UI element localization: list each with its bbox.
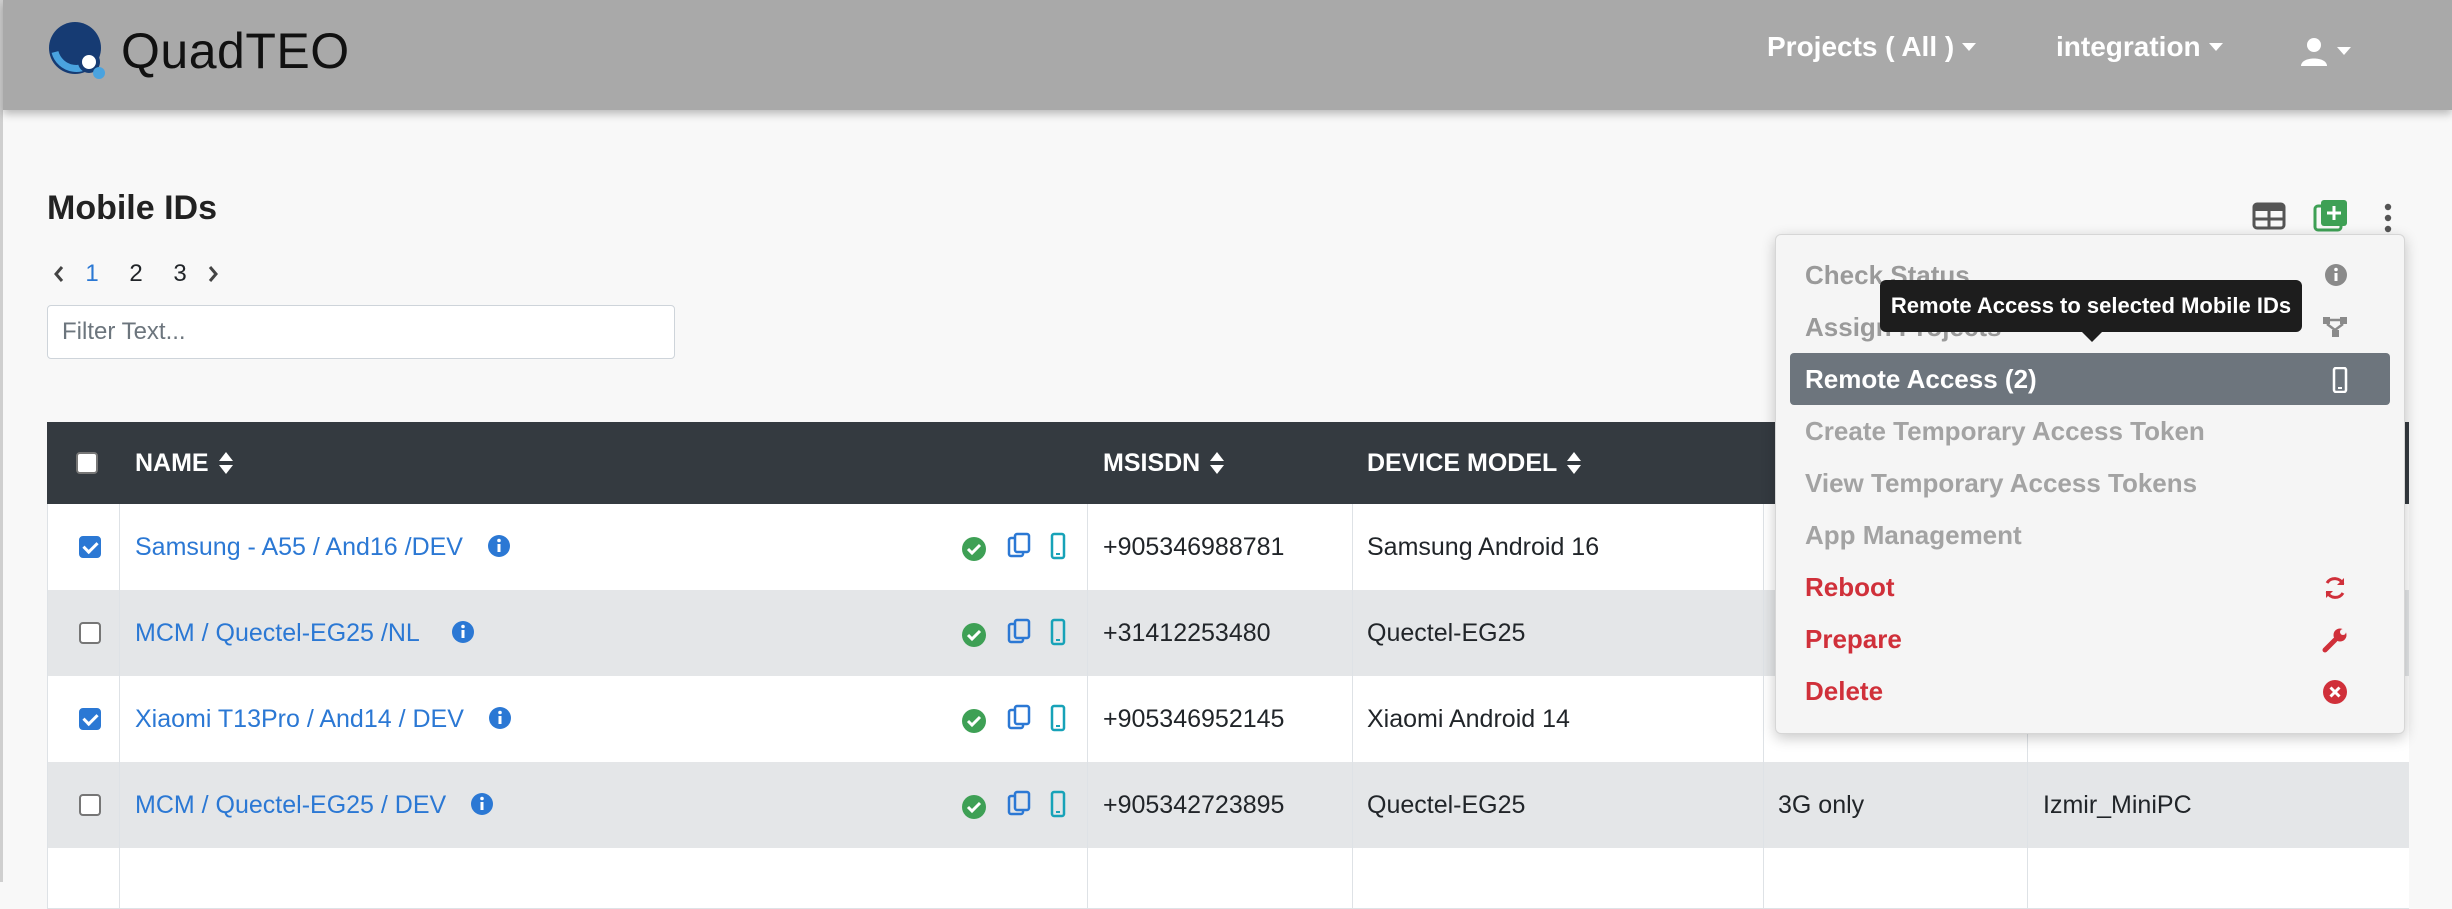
device-model-cell: Xiaomi Android 14 xyxy=(1367,704,1570,733)
copy-icon[interactable] xyxy=(1007,618,1031,646)
sort-icon xyxy=(1567,452,1582,474)
quadteo-logo-icon xyxy=(49,22,105,79)
mobile-icon[interactable] xyxy=(1050,704,1066,732)
msisdn-cell: +905342723895 xyxy=(1103,790,1285,819)
view-temp-tokens-label: View Temporary Access Tokens xyxy=(1805,467,2198,498)
table-view-icon[interactable] xyxy=(2252,202,2286,230)
create-temp-token-menu-item[interactable]: Create Temporary Access Token xyxy=(1790,405,2390,457)
view-temp-tokens-menu-item[interactable]: View Temporary Access Tokens xyxy=(1790,457,2390,509)
device-model-header-label: DEVICE MODEL xyxy=(1367,448,1558,477)
top-navbar: QuadTEO Projects ( All ) integration xyxy=(3,0,2452,110)
name-header-label: NAME xyxy=(135,448,209,477)
add-icon[interactable] xyxy=(2313,198,2349,232)
info-icon[interactable] xyxy=(470,792,494,816)
delete-label: Delete xyxy=(1805,675,1884,706)
device-name-link[interactable]: MCM / Quectel-EG25 /NL xyxy=(135,590,420,676)
chevron-right-icon xyxy=(208,266,218,282)
name-column-header[interactable]: NAME xyxy=(135,422,233,504)
select-all-cell xyxy=(76,422,98,504)
device-model-column-header[interactable]: DEVICE MODEL xyxy=(1367,422,1582,504)
table-row[interactable]: MCM / Quectel-EG25 / DEV +905342723895 Q… xyxy=(47,762,2409,849)
msisdn-cell: +905346952145 xyxy=(1103,704,1285,733)
wrench-icon xyxy=(2322,628,2347,653)
row-checkbox[interactable] xyxy=(79,536,101,558)
device-name-link[interactable]: Samsung - A55 / And16 /DEV xyxy=(135,504,463,590)
prepare-label: Prepare xyxy=(1805,623,1902,654)
info-icon[interactable] xyxy=(487,534,511,558)
location-cell: Izmir_MiniPC xyxy=(2043,790,2192,819)
environment-label: integration xyxy=(2056,31,2201,62)
chevron-left-icon xyxy=(54,266,64,282)
device-model-cell: Samsung Android 16 xyxy=(1367,532,1600,561)
mobile-icon xyxy=(2332,367,2348,393)
remote-access-label: Remote Access (2) xyxy=(1805,363,2037,394)
sort-icon xyxy=(218,452,233,474)
copy-icon[interactable] xyxy=(1007,532,1031,560)
chevron-down-icon xyxy=(2337,47,2351,55)
msisdn-column-header[interactable]: MSISDN xyxy=(1103,422,1225,504)
mobile-icon[interactable] xyxy=(1050,532,1066,560)
row-checkbox[interactable] xyxy=(79,794,101,816)
check-circle-icon xyxy=(962,795,986,819)
sort-icon xyxy=(1210,452,1225,474)
app-management-label: App Management xyxy=(1805,519,2022,550)
projects-dropdown[interactable]: Projects ( All ) xyxy=(1767,31,1977,63)
more-vertical-icon[interactable] xyxy=(2383,203,2393,233)
device-name-link[interactable]: MCM / Quectel-EG25 / DEV xyxy=(135,762,446,848)
copy-icon[interactable] xyxy=(1007,790,1031,818)
check-circle-icon xyxy=(962,623,986,647)
table-row[interactable] xyxy=(47,848,2409,909)
hierarchy-icon xyxy=(2323,317,2347,337)
info-icon[interactable] xyxy=(451,620,475,644)
app-management-menu-item[interactable]: App Management xyxy=(1790,509,2390,561)
msisdn-header-label: MSISDN xyxy=(1103,448,1201,477)
info-icon xyxy=(2325,264,2347,286)
brand[interactable]: QuadTEO xyxy=(47,20,350,82)
user-menu[interactable] xyxy=(2299,36,2351,66)
prepare-menu-item[interactable]: Prepare xyxy=(1790,613,2390,665)
remote-access-tooltip: Remote Access to selected Mobile IDs xyxy=(1880,280,2302,342)
page-3-button[interactable]: 3 xyxy=(158,260,202,288)
sync-icon xyxy=(2325,577,2345,599)
delete-menu-item[interactable]: Delete xyxy=(1790,665,2390,717)
reboot-label: Reboot xyxy=(1805,571,1895,602)
check-circle-icon xyxy=(962,537,986,561)
info-icon[interactable] xyxy=(488,706,512,730)
environment-dropdown[interactable]: integration xyxy=(2056,31,2223,63)
next-page-button[interactable] xyxy=(202,254,224,294)
chevron-down-icon xyxy=(1962,43,1977,51)
device-model-cell: Quectel-EG25 xyxy=(1367,618,1526,647)
check-circle-icon xyxy=(962,709,986,733)
page-1-button[interactable]: 1 xyxy=(70,260,114,288)
msisdn-cell: +31412253480 xyxy=(1103,618,1271,647)
left-edge xyxy=(0,0,3,882)
times-circle-icon xyxy=(2323,680,2347,704)
chevron-down-icon xyxy=(2208,43,2223,51)
row-checkbox[interactable] xyxy=(79,622,101,644)
prev-page-button[interactable] xyxy=(48,254,70,294)
mobile-icon[interactable] xyxy=(1050,618,1066,646)
select-all-checkbox[interactable] xyxy=(76,452,98,474)
reboot-menu-item[interactable]: Reboot xyxy=(1790,561,2390,613)
mobile-icon[interactable] xyxy=(1050,790,1066,818)
pagination: 1 2 3 xyxy=(48,254,224,294)
page-title: Mobile IDs xyxy=(47,189,218,227)
row-checkbox[interactable] xyxy=(79,708,101,730)
page-2-button[interactable]: 2 xyxy=(114,260,158,288)
network-cell: 3G only xyxy=(1778,790,1865,819)
remote-access-menu-item[interactable]: Remote Access (2) xyxy=(1790,353,2390,405)
device-model-cell: Quectel-EG25 xyxy=(1367,790,1526,819)
brand-name: QuadTEO xyxy=(121,23,350,79)
create-temp-token-label: Create Temporary Access Token xyxy=(1805,415,2205,446)
device-name-link[interactable]: Xiaomi T13Pro / And14 / DEV xyxy=(135,676,464,762)
filter-input[interactable] xyxy=(47,305,675,359)
projects-label: Projects ( All ) xyxy=(1767,31,1955,62)
copy-icon[interactable] xyxy=(1007,704,1031,732)
msisdn-cell: +905346988781 xyxy=(1103,532,1285,561)
user-icon xyxy=(2301,38,2327,66)
